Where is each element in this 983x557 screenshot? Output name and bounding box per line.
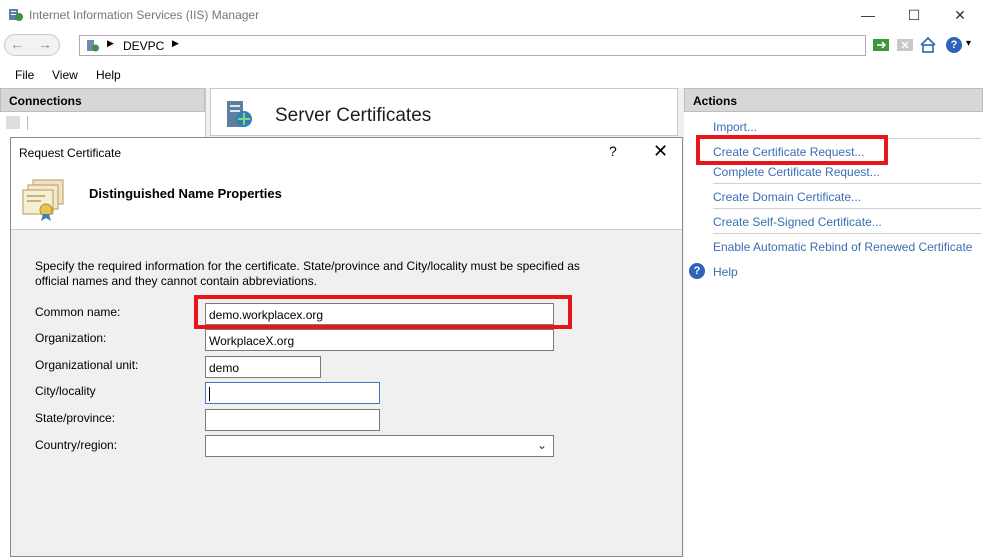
back-button[interactable]: ← [10,36,24,52]
highlight-create-certificate-request [696,135,888,165]
home-icon[interactable] [918,35,938,55]
organization-field[interactable]: WorkplaceX.org [205,329,554,351]
toolbar-divider [27,116,28,130]
action-create-self-signed-certificate[interactable]: Create Self-Signed Certificate... [713,215,882,229]
refresh-icon[interactable] [871,35,891,55]
forward-button[interactable]: → [38,36,52,52]
dialog-instructions: Specify the required information for the… [35,259,580,288]
page-title: Server Certificates [275,105,432,126]
action-divider [713,233,981,234]
dialog-help-button[interactable]: ? [609,143,617,159]
action-divider [713,183,981,184]
state-province-label: State/province: [35,411,116,425]
help-icon[interactable]: ? [689,263,705,279]
request-certificate-dialog: Request Certificate ? ✕ Distinguished Na… [10,137,683,557]
organizational-unit-field[interactable]: demo [205,356,321,378]
menu-view[interactable]: View [52,68,78,82]
action-create-domain-certificate[interactable]: Create Domain Certificate... [713,190,861,204]
minimize-button[interactable]: — [845,0,891,30]
country-region-label: Country/region: [35,438,118,452]
breadcrumb-separator-icon: ▶ [172,38,179,48]
dialog-banner: Distinguished Name Properties [11,166,682,230]
iis-app-icon [9,9,23,21]
action-import[interactable]: Import... [713,120,757,134]
menu-bar: File View Help [0,62,983,88]
state-province-field[interactable] [205,409,380,431]
maximize-button[interactable]: ☐ [891,0,937,30]
organization-label: Organization: [35,331,107,345]
city-locality-field[interactable] [205,382,380,404]
server-icon [87,40,99,52]
close-window-button[interactable]: ✕ [937,0,983,30]
organizational-unit-label: Organizational unit: [35,358,139,372]
window-title: Internet Information Services (IIS) Mana… [29,8,260,22]
text-caret [209,387,210,401]
country-region-select[interactable]: ⌄ [205,435,554,457]
certificate-icon [22,179,64,221]
dialog-heading: Distinguished Name Properties [89,186,282,201]
menu-file[interactable]: File [15,68,34,82]
dialog-title: Request Certificate [19,146,122,160]
action-divider [713,208,981,209]
connections-toolbar [0,112,205,134]
action-help[interactable]: Help [713,265,738,279]
help-toolbar-icon[interactable]: ? [946,37,962,53]
action-enable-automatic-rebind[interactable]: Enable Automatic Rebind of Renewed Certi… [713,240,972,254]
breadcrumb-devpc[interactable]: DEVPC [123,39,164,53]
help-dropdown-icon[interactable]: ▾ [966,38,971,49]
feature-header: Server Certificates [210,88,678,136]
connect-icon[interactable] [6,116,20,129]
actions-header: Actions [684,88,983,112]
city-locality-label: City/locality [35,384,96,398]
breadcrumb-address-field[interactable]: ▶ DEVPC ▶ [79,35,866,56]
navigation-buttons: ← → [4,34,60,56]
action-complete-certificate-request[interactable]: Complete Certificate Request... [713,165,880,179]
title-bar: Internet Information Services (IIS) Mana… [0,0,983,30]
dialog-title-bar: Request Certificate ? ✕ [11,138,682,166]
stop-icon[interactable] [895,35,915,55]
connections-header: Connections [0,88,205,112]
menu-help[interactable]: Help [96,68,121,82]
address-bar: ← → ▶ DEVPC ▶ ? ▾ [0,30,983,62]
dialog-close-button[interactable]: ✕ [653,141,668,162]
breadcrumb-separator-icon: ▶ [107,38,114,48]
common-name-label: Common name: [35,305,121,319]
chevron-down-icon[interactable]: ⌄ [537,438,547,452]
highlight-common-name [194,295,572,329]
server-certificates-icon [227,101,252,127]
